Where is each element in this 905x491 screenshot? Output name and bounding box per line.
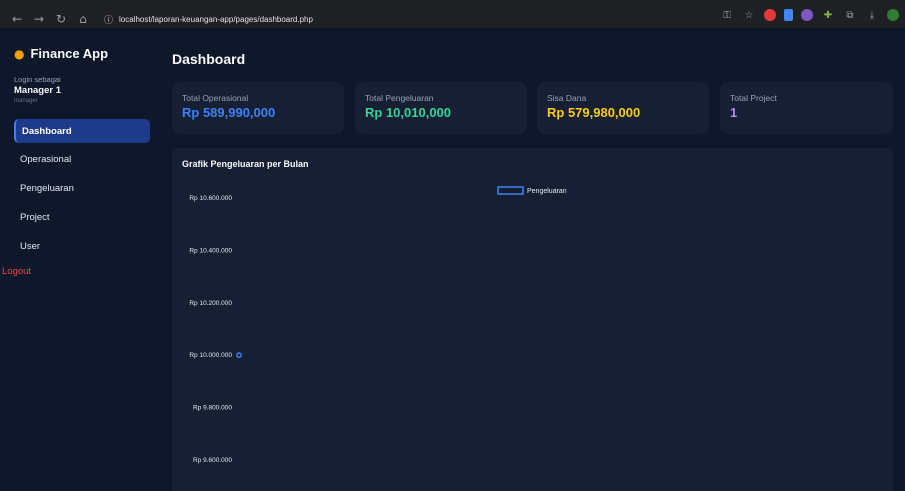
sidebar-item-user[interactable]: User <box>14 234 150 258</box>
login-label: Login sebagai <box>14 75 61 84</box>
user-role: manager <box>14 98 38 104</box>
forward-icon[interactable]: → <box>30 10 48 28</box>
y-tick-label: Rp 9.800.000 <box>193 405 232 412</box>
sidebar: ● Finance App Login sebagai Manager 1 ma… <box>0 38 160 491</box>
data-point[interactable] <box>236 352 242 359</box>
card-value: Rp 10,010,000 <box>365 105 452 120</box>
card-label: Total Project <box>730 93 777 103</box>
extension-icon[interactable]: ✚ <box>821 8 835 22</box>
card-value: 1 <box>730 105 738 120</box>
browser-actions: ⚿ ☆ ✚ ⧉ ⤓ <box>720 8 899 22</box>
sidebar-item-pengeluaran[interactable]: Pengeluaran <box>14 176 150 200</box>
chart-panel: Grafik Pengeluaran per Bulan Pengeluaran… <box>172 148 893 491</box>
extensions-puzzle-icon[interactable]: ⧉ <box>843 8 857 22</box>
page-title: Dashboard <box>172 51 246 67</box>
legend-swatch <box>497 186 524 195</box>
download-icon[interactable]: ⤓ <box>865 8 879 22</box>
extension-icon[interactable] <box>784 9 793 21</box>
card-value: Rp 589,990,000 <box>182 105 276 120</box>
home-icon[interactable]: ⌂ <box>74 10 92 28</box>
app-brand[interactable]: ● Finance App <box>14 46 108 61</box>
user-name: Manager 1 <box>14 85 61 96</box>
y-tick-label: Rp 10.000.000 <box>189 352 232 359</box>
bookmark-star-icon[interactable]: ☆ <box>742 8 756 22</box>
expense-chart: Pengeluaran Rp 10.600.000 Rp 10.400.000 Rp… <box>189 186 567 464</box>
profile-avatar-icon[interactable] <box>887 9 899 21</box>
card-label: Total Operasional <box>182 93 249 103</box>
chart-legend[interactable]: Pengeluaran <box>497 186 567 195</box>
summary-card-operasional: Total Operasional Rp 589,990,000 <box>172 82 344 134</box>
card-label: Total Pengeluaran <box>365 93 434 103</box>
card-value: Rp 579,980,000 <box>547 105 641 120</box>
site-info-icon[interactable]: ⓘ <box>104 13 113 26</box>
logout-link[interactable]: Logout <box>2 266 31 277</box>
address-bar[interactable]: ⓘ localhost/laporan-keuangan-app/pages/d… <box>100 8 685 30</box>
y-tick-label: Rp 10.200.000 <box>189 300 232 307</box>
y-tick-label: Rp 9.600.000 <box>193 457 232 464</box>
y-tick-label: Rp 10.400.000 <box>189 247 232 254</box>
adblock-extension-icon[interactable] <box>764 9 776 21</box>
summary-card-total-project: Total Project 1 <box>720 82 893 134</box>
brand-name: Finance App <box>30 46 109 61</box>
legend-label: Pengeluaran <box>527 188 567 195</box>
summary-card-pengeluaran: Total Pengeluaran Rp 10,010,000 <box>355 82 527 134</box>
password-key-icon[interactable]: ⚿ <box>720 8 734 22</box>
summary-card-sisa-dana: Sisa Dana Rp 579,980,000 <box>537 82 709 134</box>
sidebar-item-dashboard[interactable]: Dashboard <box>14 119 150 143</box>
sidebar-item-operasional[interactable]: Operasional <box>14 147 150 171</box>
sidebar-item-project[interactable]: Project <box>14 205 150 229</box>
card-label: Sisa Dana <box>547 93 587 103</box>
url-text: localhost/laporan-keuangan-app/pages/das… <box>119 14 313 24</box>
money-bag-icon: ● <box>14 46 25 61</box>
reload-icon[interactable]: ↻ <box>52 10 70 28</box>
y-tick-label: Rp 10.600.000 <box>189 195 232 202</box>
extension-icon[interactable] <box>801 9 813 21</box>
back-icon[interactable]: ← <box>8 10 26 28</box>
